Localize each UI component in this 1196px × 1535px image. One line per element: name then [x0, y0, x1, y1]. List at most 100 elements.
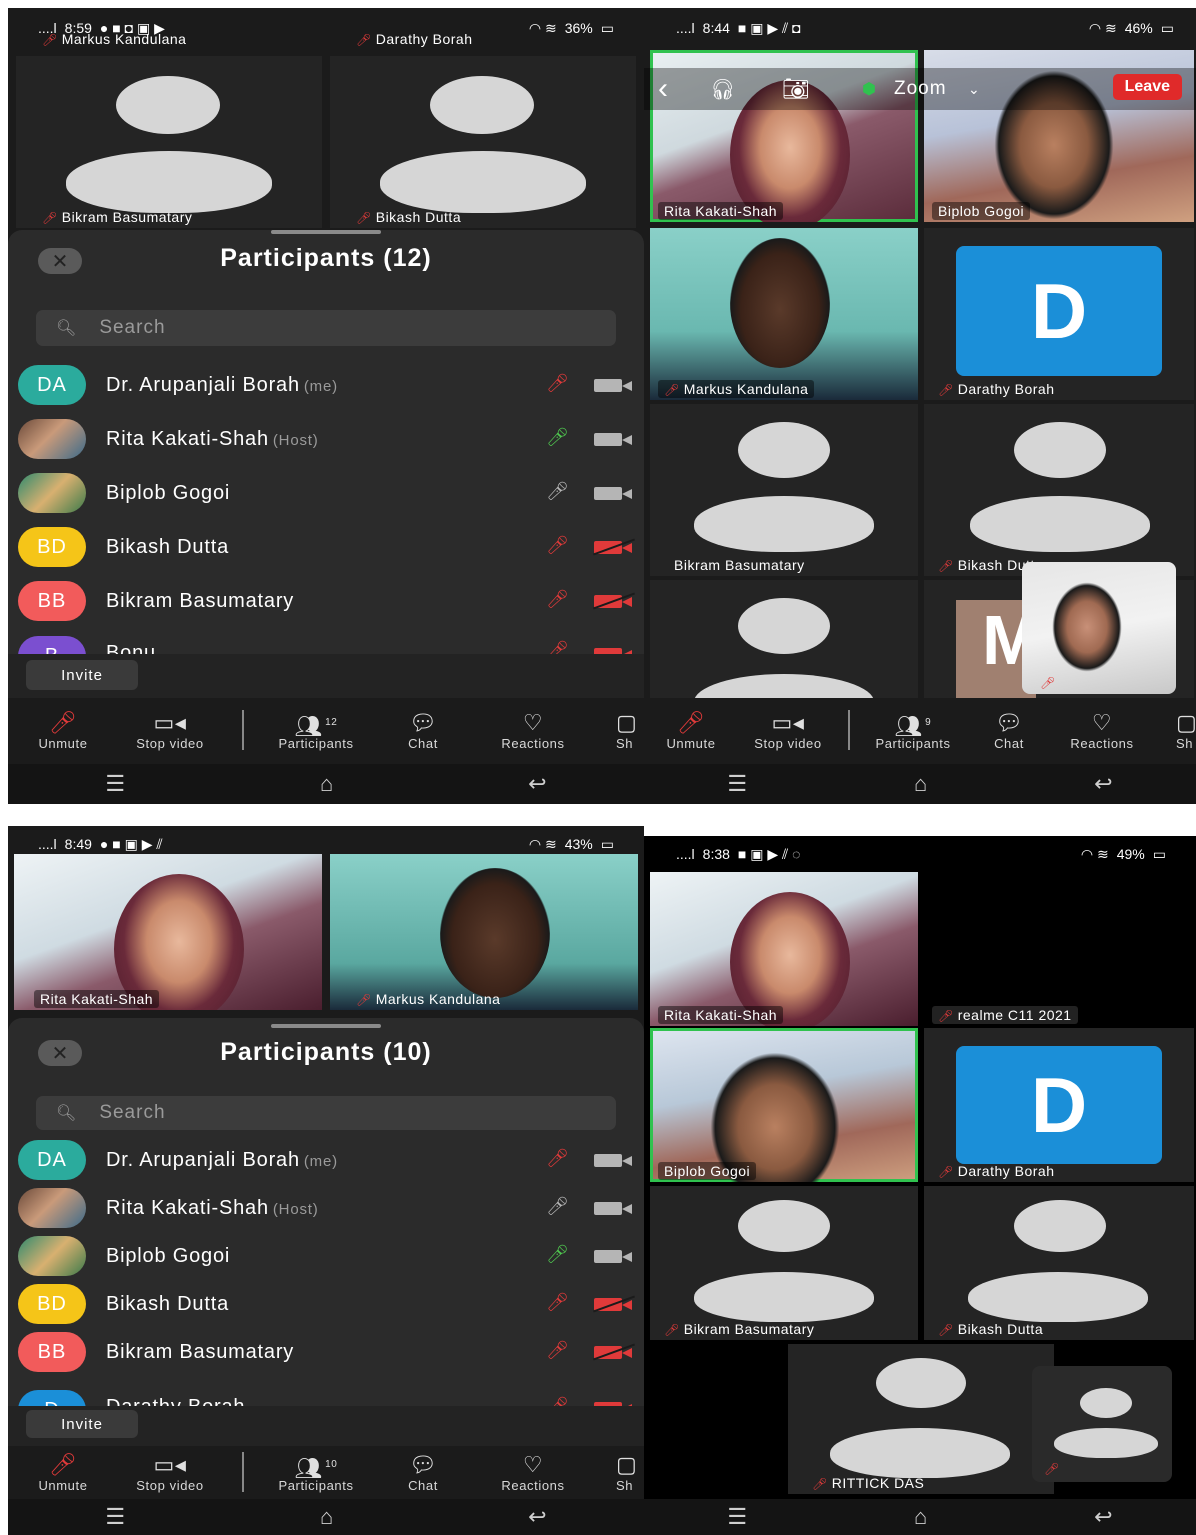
home-icon[interactable]: ⌂	[914, 1504, 927, 1530]
drag-handle[interactable]	[271, 1024, 381, 1028]
video-on-icon[interactable]	[594, 1248, 634, 1264]
unmute-button[interactable]: 🎤︎ Unmute	[26, 698, 100, 762]
menu-icon[interactable]: ☰	[105, 771, 125, 797]
share-button[interactable]: ▢ Sh	[616, 1446, 644, 1498]
mic-active-icon[interactable]: 🎤︎	[546, 427, 569, 451]
mic-muted-icon[interactable]: 🎤︎	[546, 1340, 569, 1364]
back-icon[interactable]: ↩	[528, 771, 546, 797]
home-icon[interactable]: ⌂	[320, 1504, 333, 1530]
participant-row[interactable]: D Darathy Borah 🎤︎	[8, 1376, 644, 1408]
search-input[interactable]: 🔍︎ Search	[36, 1096, 616, 1130]
video-tile[interactable]: 🎤︎ Bikash Dutta	[924, 404, 1194, 576]
video-on-icon[interactable]	[594, 1152, 634, 1168]
video-tile[interactable]: Rita Kakati-Shah	[650, 872, 918, 1026]
mic-icon[interactable]: 🎤︎	[546, 1196, 569, 1220]
chat-button[interactable]: 💬︎ Chat	[398, 698, 448, 762]
share-icon: ▢	[1176, 709, 1196, 735]
avatar: BD	[18, 1284, 86, 1324]
participant-row[interactable]: Biplob Gogoi 🎤︎	[8, 1232, 644, 1280]
stop-video-button[interactable]: ▭◂ Stop video	[120, 698, 220, 762]
shield-icon: ⬢	[862, 81, 876, 98]
video-tile[interactable]: 🎤︎ Bikram Basumatary	[650, 1186, 918, 1340]
mic-active-icon[interactable]: 🎤︎	[546, 1244, 569, 1268]
mic-icon[interactable]: 🎤︎	[546, 481, 569, 505]
back-icon[interactable]: ↩	[1094, 1504, 1112, 1530]
participant-row[interactable]: Biplob Gogoi 🎤︎	[8, 466, 644, 520]
chat-button[interactable]: 💬︎ Chat	[398, 1446, 448, 1498]
mic-muted-icon[interactable]: 🎤︎	[546, 373, 569, 397]
mic-muted-icon[interactable]: 🎤︎	[546, 1292, 569, 1316]
participant-row[interactable]: DA Dr. Arupanjali Borah (me) 🎤︎	[8, 358, 644, 412]
video-off-icon[interactable]	[592, 592, 636, 610]
video-off-icon[interactable]	[592, 1343, 636, 1361]
video-on-icon[interactable]	[594, 485, 634, 501]
video-tile[interactable]: D 🎤︎ Darathy Borah	[924, 228, 1194, 400]
app-title[interactable]: Zoom	[894, 78, 947, 100]
video-tile[interactable]	[650, 580, 918, 698]
chat-button[interactable]: 💬︎ Chat	[984, 698, 1034, 762]
back-chevron-icon[interactable]: ‹	[658, 72, 668, 106]
video-tile-active-speaker[interactable]: Biplob Gogoi	[650, 1028, 918, 1182]
video-tile[interactable]: Bikram Basumatary	[650, 404, 918, 576]
participant-row[interactable]: Rita Kakati-Shah (Host) 🎤︎	[8, 1184, 644, 1232]
share-button[interactable]: ▢ Sh	[616, 698, 644, 762]
participants-sheet: ✕ Participants (10) 🔍︎ Search DA Dr. Arup…	[8, 1018, 644, 1408]
reactions-button[interactable]: ♡ Reactions	[488, 1446, 578, 1498]
video-tile[interactable]: 🎤︎ Bikash Dutta	[330, 56, 636, 228]
video-off-icon[interactable]	[592, 1295, 636, 1313]
participant-row[interactable]: BD Bikash Dutta 🎤︎	[8, 520, 644, 574]
participant-row[interactable]: Rita Kakati-Shah (Host) 🎤︎	[8, 412, 644, 466]
home-icon[interactable]: ⌂	[914, 771, 927, 797]
self-view-thumbnail[interactable]: 🎤︎	[1032, 1366, 1172, 1482]
leave-button[interactable]: Leave	[1112, 74, 1182, 100]
stop-video-button[interactable]: ▭◂ Stop video	[120, 1446, 220, 1498]
video-tile[interactable]: 🎤︎ Bikash Dutta	[924, 1186, 1194, 1340]
mic-muted-icon[interactable]: 🎤︎	[546, 1148, 569, 1172]
video-off-icon[interactable]	[592, 538, 636, 556]
back-icon[interactable]: ↩	[1094, 771, 1112, 797]
participant-row[interactable]: DA Dr. Arupanjali Borah (me) 🎤︎	[8, 1136, 644, 1184]
stop-video-button[interactable]: ▭◂ Stop video	[742, 698, 834, 762]
chevron-down-icon[interactable]: ⌄	[968, 81, 980, 98]
participants-button[interactable]: 👥︎ 9 Participants	[862, 698, 964, 762]
search-input[interactable]: 🔍︎ Search	[36, 310, 616, 346]
menu-icon[interactable]: ☰	[727, 771, 747, 797]
speaker-icon[interactable]: 🎧︎	[710, 77, 735, 102]
video-tile[interactable]: 🎤︎ Markus Kandulana	[330, 854, 638, 1010]
toolbar-divider	[242, 710, 244, 750]
avatar-placeholder-body	[694, 1272, 874, 1322]
drag-handle[interactable]	[271, 230, 381, 234]
home-icon[interactable]: ⌂	[320, 771, 333, 797]
video-on-icon[interactable]	[594, 431, 634, 447]
mic-muted-icon[interactable]: 🎤︎	[546, 535, 569, 559]
video-tile[interactable]: 🎤︎ Markus Kandulana	[650, 228, 918, 400]
video-on-icon[interactable]	[594, 1200, 634, 1216]
video-tile[interactable]: 🎤︎ RITTICK DAS	[788, 1344, 1054, 1494]
menu-icon[interactable]: ☰	[105, 1504, 125, 1530]
participant-row[interactable]: BD Bikash Dutta 🎤︎	[8, 1280, 644, 1328]
unmute-button[interactable]: 🎤︎ Unmute	[26, 1446, 100, 1498]
video-tile[interactable]: 🎤︎ realme C11 2021	[924, 872, 1194, 1026]
video-tile[interactable]: 🎤︎ Bikram Basumatary	[16, 56, 322, 228]
participants-button[interactable]: 👥︎ 10 Participants	[262, 1446, 370, 1498]
video-on-icon[interactable]	[594, 377, 634, 393]
mic-muted-icon[interactable]: 🎤︎	[546, 589, 569, 613]
menu-icon[interactable]: ☰	[727, 1504, 747, 1530]
unmute-button[interactable]: 🎤︎ Unmute	[656, 698, 726, 762]
reactions-button[interactable]: ♡ Reactions	[1060, 698, 1144, 762]
back-icon[interactable]: ↩	[528, 1504, 546, 1530]
invite-button[interactable]: Invite	[26, 1410, 138, 1438]
participant-row[interactable]: BB Bikram Basumatary 🎤︎	[8, 1328, 644, 1376]
self-view-thumbnail[interactable]: 🎤︎	[1022, 562, 1176, 694]
participant-row[interactable]: BB Bikram Basumatary 🎤︎	[8, 574, 644, 628]
avatar-placeholder-icon	[1014, 422, 1106, 478]
invite-button[interactable]: Invite	[26, 660, 138, 690]
reactions-button[interactable]: ♡ Reactions	[488, 698, 578, 762]
page-title: Participants (12)	[220, 244, 432, 272]
share-button[interactable]: ▢ Sh	[1176, 698, 1196, 762]
meeting-toolbar: 🎤︎ Unmute ▭◂ Stop video 👥︎ 12 Participants 💬…	[8, 698, 644, 762]
participants-button[interactable]: 👥︎ 12 Participants	[262, 698, 370, 762]
video-tile[interactable]: Rita Kakati-Shah	[14, 854, 322, 1010]
video-tile[interactable]: D 🎤︎ Darathy Borah	[924, 1028, 1194, 1182]
switch-camera-icon[interactable]: 📷︎	[782, 76, 810, 102]
